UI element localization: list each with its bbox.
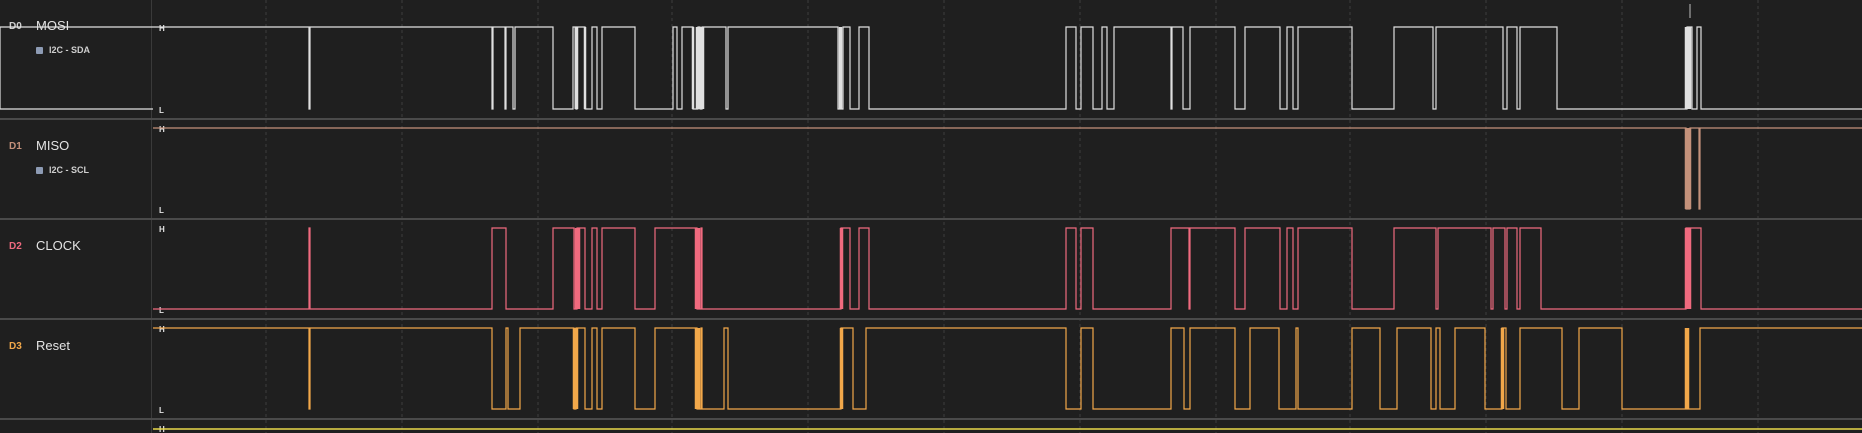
low-level-label: L [159, 106, 164, 115]
low-level-label: L [159, 306, 164, 315]
low-level-label: L [159, 206, 164, 215]
high-level-label: H [159, 125, 165, 134]
high-level-label: H [159, 325, 165, 334]
signal-trace [0, 26, 1862, 110]
high-level-label: H [159, 24, 165, 33]
signal-trace [153, 127, 1862, 210]
waveform-area[interactable]: HLHLHLHLH [0, 0, 1862, 433]
signal-trace [153, 327, 1862, 410]
high-level-label: H [159, 225, 165, 234]
low-level-label: L [159, 406, 164, 415]
signal-trace [153, 227, 1862, 310]
